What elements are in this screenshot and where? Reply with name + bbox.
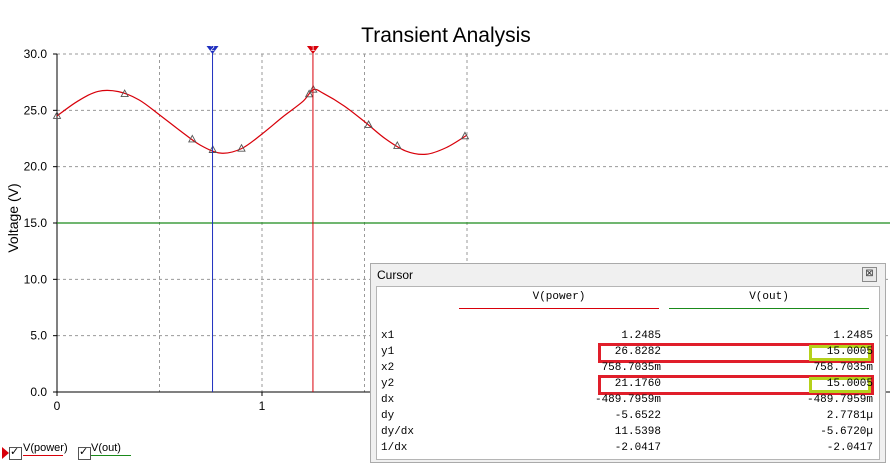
vout-value: -489.7959m <box>806 394 873 406</box>
cursor-window[interactable]: Cursor ⊠ V(power) V(out) x1 1.2485 1.248… <box>370 263 886 463</box>
y-tick-label: 10.0 <box>24 272 48 286</box>
x-tick-label: 1 <box>259 399 266 413</box>
vout-value: 1.2485 <box>833 330 873 342</box>
y-tick-label: 15.0 <box>24 216 48 230</box>
chart-title: Transient Analysis <box>361 24 531 47</box>
column-header-line-vout <box>669 308 869 309</box>
row-label: x1 <box>381 330 395 342</box>
table-row: x2 758.7035m 758.7035m <box>377 362 877 378</box>
y-axis-label: Voltage (V) <box>5 183 21 253</box>
vpower-value: 26.8282 <box>614 346 661 358</box>
row-label: dy <box>381 410 395 422</box>
vpower-value: 758.7035m <box>601 362 661 374</box>
column-header-line-vpower <box>459 308 659 309</box>
table-row: dx -489.7959m -489.7959m <box>377 394 877 410</box>
legend-marker-icon <box>2 447 9 459</box>
y-tick-label: 5.0 <box>30 329 47 343</box>
cursor-window-title: Cursor <box>377 268 414 282</box>
row-label: y2 <box>381 378 395 390</box>
vpower-value: 11.5398 <box>614 426 661 438</box>
row-label: dy/dx <box>381 426 415 438</box>
table-row: dy/dx 11.5398 -5.6720µ <box>377 426 877 442</box>
table-row: 1/dx -2.0417 -2.0417 <box>377 442 877 458</box>
vout-value: 2.7781µ <box>826 410 873 422</box>
legend-label-vpower: V(power) <box>23 442 68 454</box>
y-tick-label: 0.0 <box>30 385 47 399</box>
cursor-table: V(power) V(out) x1 1.2485 1.2485 y1 26.8… <box>376 286 880 460</box>
vout-value: 15.0005 <box>826 378 873 390</box>
y-tick-label: 25.0 <box>24 103 48 117</box>
row-label: dx <box>381 394 395 406</box>
vpower-value: -5.6522 <box>614 410 661 422</box>
legend: V(power) V(out) <box>0 438 200 466</box>
close-icon[interactable]: ⊠ <box>862 267 877 282</box>
table-row: y2 21.1760 15.0005 <box>377 378 877 394</box>
vout-value: 15.0005 <box>826 346 873 358</box>
legend-line-vout <box>91 455 131 456</box>
column-header-vout: V(out) <box>749 291 789 303</box>
x-tick-label: 0 <box>54 399 61 413</box>
row-label: 1/dx <box>381 442 408 454</box>
vout-value: -5.6720µ <box>820 426 873 438</box>
table-row: y1 26.8282 15.0005 <box>377 346 877 362</box>
table-row: x1 1.2485 1.2485 <box>377 330 877 346</box>
legend-label-vout: V(out) <box>91 442 121 454</box>
vout-value: -2.0417 <box>826 442 873 454</box>
y-tick-label: 30.0 <box>24 47 48 61</box>
vpower-value: -2.0417 <box>614 442 661 454</box>
table-row: dy -5.6522 2.7781µ <box>377 410 877 426</box>
legend-checkbox-vpower[interactable] <box>9 445 22 460</box>
column-header-vpower: V(power) <box>532 291 586 303</box>
vpower-value: -489.7959m <box>594 394 661 406</box>
vpower-value: 21.1760 <box>614 378 661 390</box>
vout-value: 758.7035m <box>813 362 873 374</box>
legend-line-vpower <box>23 455 63 456</box>
row-label: x2 <box>381 362 395 374</box>
y-tick-label: 20.0 <box>24 160 48 174</box>
row-label: y1 <box>381 346 395 358</box>
legend-checkbox-vout[interactable] <box>78 445 91 460</box>
vpower-value: 1.2485 <box>621 330 661 342</box>
